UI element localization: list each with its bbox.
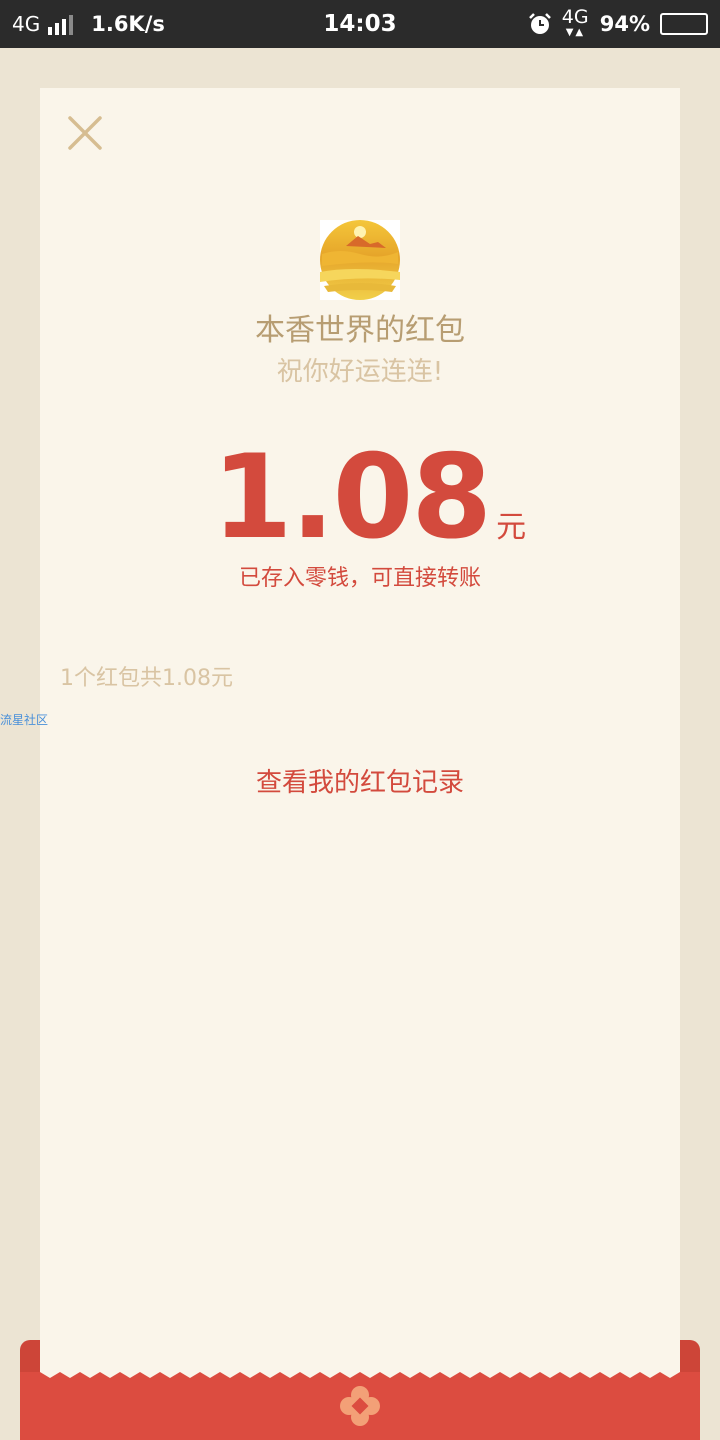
status-bar: 4G 1.6K/s 14:03 4G ▼▲ 94% [0,0,720,48]
amount-value: 1.08 [211,430,492,565]
status-right: 4G ▼▲ 94% [528,0,708,48]
view-records-link[interactable]: 查看我的红包记录 [40,764,680,802]
data-arrows-icon: ▼▲ [565,27,586,38]
amount-unit: 元 [496,510,527,545]
amount-display: 1.08 元 [40,438,680,558]
sender-avatar [320,220,400,300]
saved-to-change-note: 已存入零钱，可直接转账 [238,566,481,591]
battery-percent: 94% [599,12,650,36]
zigzag-edge [40,1368,680,1378]
red-packet-detail-card: 本香世界的红包 祝你好运连连! 1.08 元 已存入零钱，可直接转账 1个红包共… [40,88,680,1383]
blessing-message: 祝你好运连连! [276,357,444,387]
sender-name: 本香世界的红包 [255,313,465,348]
packet-summary: 1个红包共1.08元 [60,666,233,691]
battery-icon [660,13,708,35]
mobile-network-type: 4G [561,6,589,28]
watermark: 流星社区 [0,713,49,727]
flower-icon [340,1386,380,1426]
alarm-icon [528,13,551,34]
close-icon[interactable] [65,113,105,153]
mobile-data-indicator: 4G ▼▲ [562,6,590,42]
